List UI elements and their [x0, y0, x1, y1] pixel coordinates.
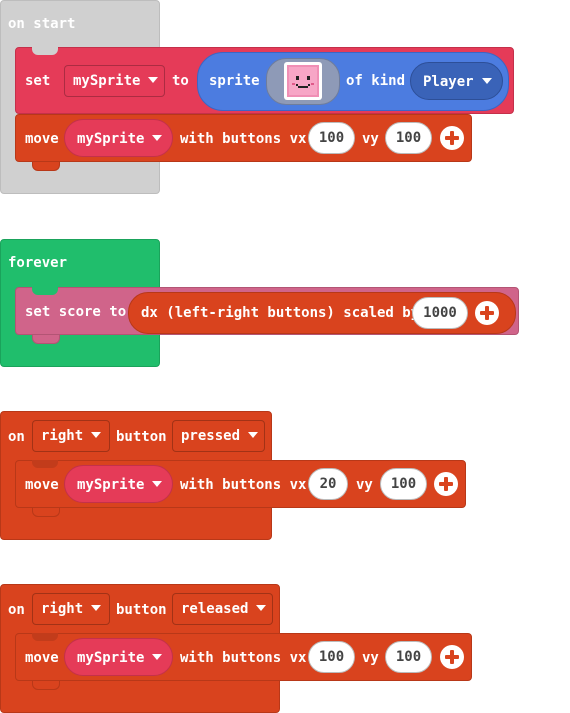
vx-input[interactable]: 20	[308, 468, 348, 500]
vy-label: vy	[362, 131, 379, 147]
add-parameter-icon[interactable]	[440, 126, 464, 150]
variable-dropdown-value: mySprite	[77, 131, 145, 147]
on-label: on	[8, 429, 25, 445]
move-label: move	[25, 650, 59, 666]
vx-input[interactable]: 100	[308, 641, 355, 673]
dx-scaled-by-reporter[interactable]: dx (left-right buttons) scaled by 1000	[128, 292, 516, 334]
with-buttons-vx-label: with buttons vx	[180, 477, 307, 493]
vy-label: vy	[356, 477, 373, 493]
forever-label: forever	[8, 255, 68, 271]
dx-scaled-by-label: dx (left-right buttons) scaled by	[141, 305, 420, 321]
event-dropdown[interactable]: released	[172, 593, 273, 625]
notch	[32, 162, 60, 171]
set-score-to-label: set score to	[25, 304, 127, 320]
event-dropdown[interactable]: pressed	[172, 420, 265, 452]
variable-dropdown[interactable]: mySprite	[64, 638, 173, 676]
vy-input[interactable]: 100	[385, 122, 432, 154]
vy-label: vy	[362, 650, 379, 666]
variable-dropdown[interactable]: mySprite	[64, 119, 173, 157]
button-label: button	[116, 429, 167, 445]
move-with-buttons-block[interactable]: move mySprite with buttons vx 20 vy 100	[15, 460, 466, 517]
chevron-down-icon	[481, 78, 492, 84]
add-parameter-icon[interactable]	[440, 645, 464, 669]
with-buttons-vx-label: with buttons vx	[180, 131, 307, 147]
notch	[32, 633, 58, 641]
variable-dropdown-value: mySprite	[77, 650, 145, 666]
chevron-down-icon	[248, 432, 259, 438]
sprite-of-kind-reporter[interactable]: sprite of kind Player	[197, 52, 509, 111]
sprite-image-field[interactable]	[266, 58, 340, 105]
with-buttons-vx-label: with buttons vx	[180, 650, 307, 666]
variable-dropdown[interactable]: mySprite	[64, 465, 173, 503]
set-score-block[interactable]: set score to dx (left-right buttons) sca…	[15, 287, 519, 344]
button-dropdown[interactable]: right	[32, 593, 110, 625]
move-label: move	[25, 131, 59, 147]
chevron-down-icon	[148, 77, 159, 83]
variable-dropdown-value: mySprite	[73, 73, 141, 89]
pink-sprite-icon	[287, 65, 319, 97]
kind-dropdown-value: Player	[423, 74, 474, 90]
variable-dropdown[interactable]: mySprite	[64, 65, 165, 97]
chevron-down-icon	[256, 605, 267, 611]
move-with-buttons-block[interactable]: move mySprite with buttons vx 100 vy 100	[15, 633, 472, 690]
button-label: button	[116, 602, 167, 618]
kind-dropdown[interactable]: Player	[410, 62, 503, 100]
event-dropdown-value: released	[181, 601, 249, 617]
chevron-down-icon	[91, 605, 102, 611]
variable-dropdown-value: mySprite	[77, 477, 145, 493]
move-with-buttons-block[interactable]: move mySprite with buttons vx 100 vy 100	[15, 114, 472, 171]
chevron-down-icon	[152, 654, 163, 660]
chevron-down-icon	[91, 432, 102, 438]
add-parameter-icon[interactable]	[475, 301, 499, 325]
chevron-down-icon	[152, 135, 163, 141]
move-label: move	[25, 477, 59, 493]
notch	[32, 508, 60, 517]
vy-input[interactable]: 100	[385, 641, 432, 673]
scale-input[interactable]: 1000	[412, 297, 468, 329]
of-kind-label: of kind	[346, 73, 406, 89]
sprite-label: sprite	[209, 73, 260, 89]
notch	[32, 47, 58, 55]
button-dropdown-value: right	[41, 428, 84, 444]
vx-input[interactable]: 100	[308, 122, 355, 154]
vy-input[interactable]: 100	[380, 468, 427, 500]
set-label: set	[25, 73, 51, 89]
button-dropdown-value: right	[41, 601, 84, 617]
notch	[32, 335, 60, 344]
notch	[32, 460, 58, 468]
to-label: to	[172, 73, 189, 89]
notch	[32, 287, 58, 295]
event-dropdown-value: pressed	[181, 428, 241, 444]
notch	[32, 681, 60, 690]
add-parameter-icon[interactable]	[434, 472, 458, 496]
button-dropdown[interactable]: right	[32, 420, 110, 452]
chevron-down-icon	[152, 481, 163, 487]
set-sprite-block[interactable]: set mySprite to sprite of kind Player	[15, 47, 514, 114]
on-start-label: on start	[8, 16, 76, 32]
on-label: on	[8, 602, 25, 618]
